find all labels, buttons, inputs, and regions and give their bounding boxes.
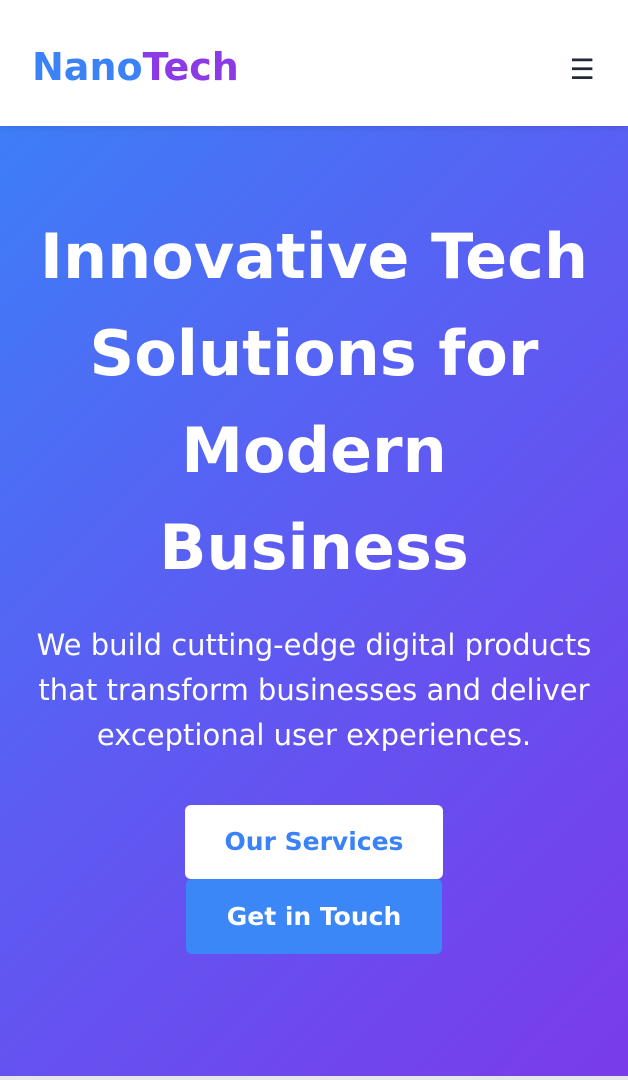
- hero-section: Innovative Tech Solutions for Modern Bus…: [0, 126, 628, 1076]
- site-header: NanoTech ☰: [0, 0, 628, 126]
- logo[interactable]: NanoTech: [32, 44, 239, 90]
- get-in-touch-button[interactable]: Get in Touch: [186, 879, 442, 954]
- our-services-button[interactable]: Our Services: [185, 805, 443, 879]
- logo-tech: Tech: [142, 45, 239, 89]
- hero-subtitle: We build cutting-edge digital products t…: [36, 628, 592, 752]
- section-divider: [0, 1076, 628, 1080]
- hero-title: Innovative Tech Solutions for Modern Bus…: [39, 220, 589, 584]
- logo-nano: Nano: [32, 45, 143, 89]
- hamburger-menu-icon[interactable]: ☰: [562, 50, 602, 90]
